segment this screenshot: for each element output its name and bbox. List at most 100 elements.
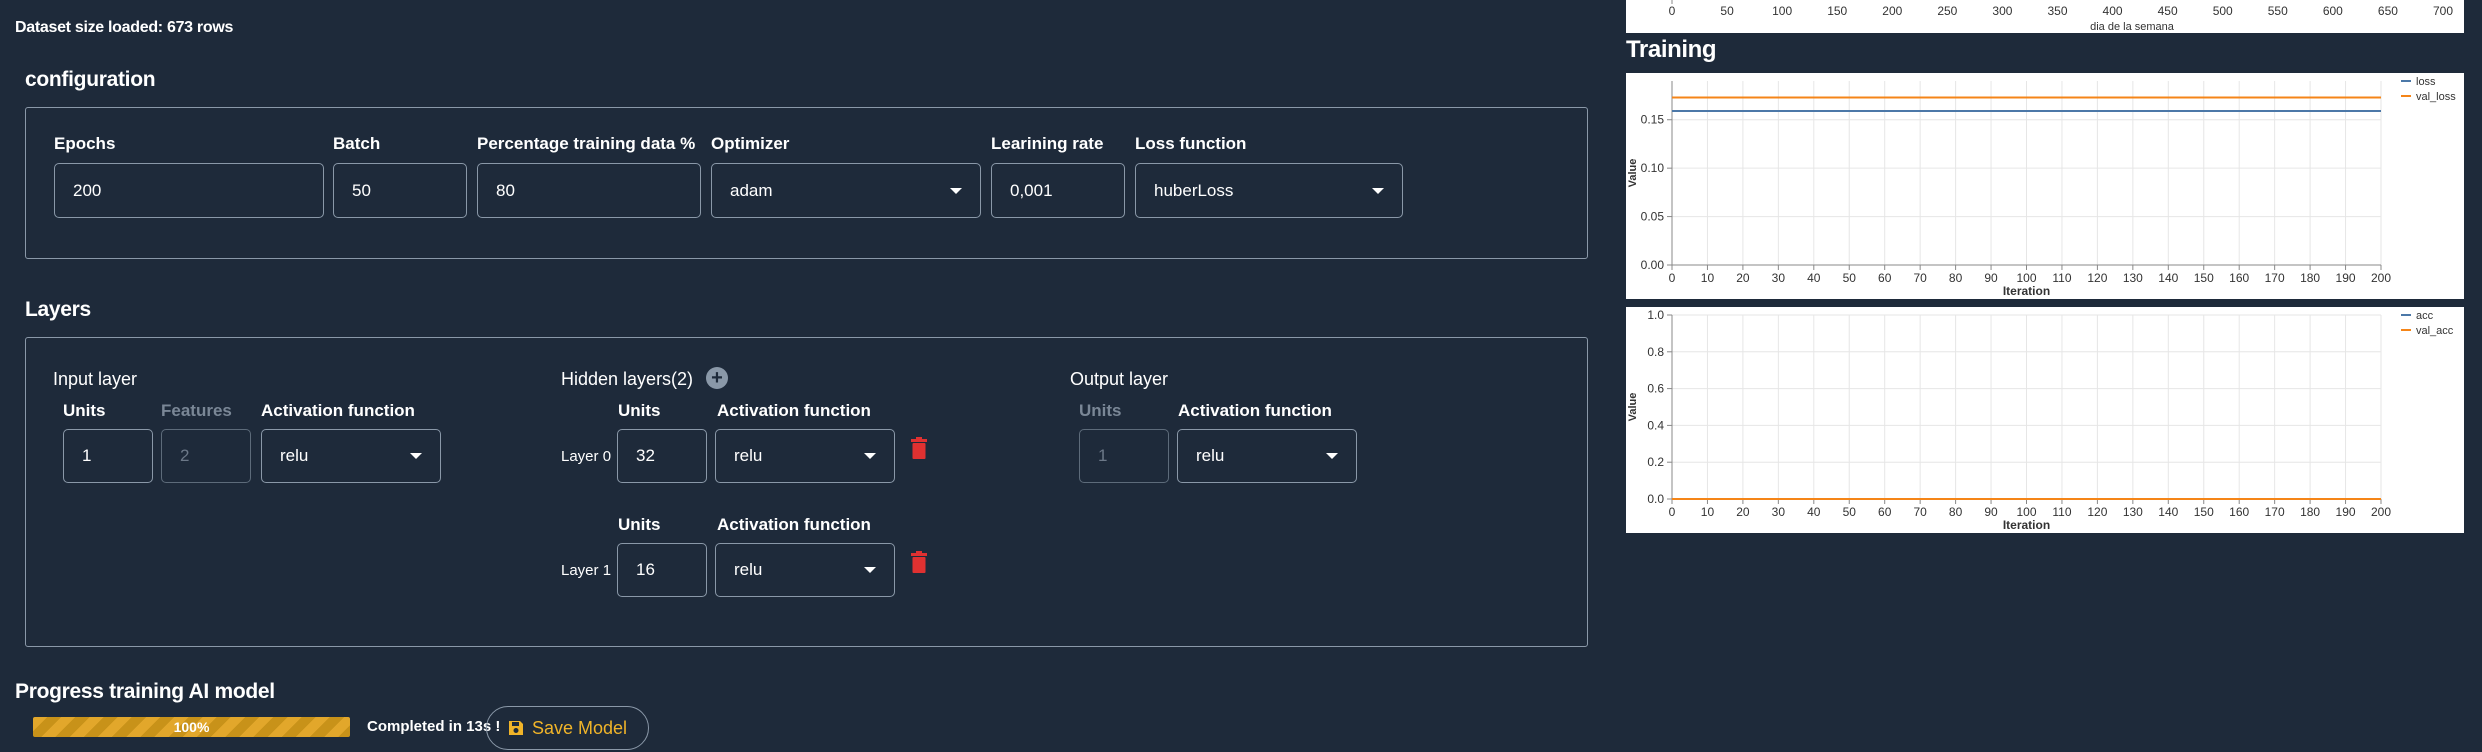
x-tick-label: 60	[1878, 505, 1892, 519]
x-tick-label: 30	[1772, 271, 1786, 285]
save-model-button[interactable]: Save Model	[486, 706, 649, 750]
x-tick-label: 70	[1913, 505, 1927, 519]
training-title: Training	[1626, 36, 1717, 63]
output-units-input: 1	[1079, 429, 1169, 483]
optimizer-label: Optimizer	[711, 134, 790, 153]
hidden-layer-name: Layer 1	[561, 562, 612, 579]
x-tick-label: 650	[2378, 4, 2398, 18]
add-layer-icon[interactable]: +	[706, 367, 728, 389]
epochs-input[interactable]: 200	[54, 163, 324, 218]
y-tick-label: 0.0	[1647, 492, 1664, 506]
x-tick-label: 0	[1669, 271, 1676, 285]
percentage-training-input[interactable]: 80	[477, 163, 701, 218]
input-layer-title: Input layer	[53, 369, 138, 389]
floppy-disk-icon	[508, 721, 523, 735]
x-tick-label: 180	[2300, 505, 2320, 519]
hidden-units-input[interactable]: 16	[617, 543, 707, 597]
x-tick-label: 150	[2194, 505, 2214, 519]
loss-chart: 0 10 20 30 40 50 60 70 80 90 100 110 120 130 140 150 160…	[1626, 73, 2464, 299]
progress-title: Progress training AI model	[15, 680, 275, 703]
output-activation-select[interactable]: relu	[1177, 429, 1357, 483]
configuration-title: configuration	[25, 68, 156, 91]
chevron-down-icon	[410, 453, 422, 459]
x-tick-label: 450	[2158, 4, 2178, 18]
x-axis-label: Iteration	[2003, 518, 2050, 532]
input-units-input[interactable]: 1	[63, 429, 153, 483]
optimizer-select[interactable]: adam	[711, 163, 981, 218]
y-tick-label: 0.00	[1641, 258, 1665, 272]
hidden-layers-title: Hidden layers(2)	[561, 369, 694, 389]
input-units-value: 1	[82, 446, 92, 465]
percentage-training-value: 80	[496, 180, 515, 200]
batch-value: 50	[352, 180, 371, 200]
x-tick-label: 170	[2265, 271, 2285, 285]
chevron-down-icon	[864, 567, 876, 573]
input-features-label: Features	[161, 401, 232, 420]
y-tick-label: 0.8	[1647, 345, 1664, 359]
hidden-activation-select[interactable]: relu	[715, 543, 895, 597]
x-tick-label: 170	[2265, 505, 2285, 519]
y-tick-label: 1.0	[1647, 308, 1664, 322]
x-tick-label: 200	[2371, 505, 2391, 519]
x-tick-label: 190	[2336, 271, 2356, 285]
input-units-label: Units	[63, 401, 106, 420]
y-tick-label: 0.2	[1647, 455, 1664, 469]
x-tick-label: 130	[2123, 271, 2143, 285]
output-layer-title: Output layer	[1070, 369, 1169, 389]
trash-icon[interactable]	[911, 551, 927, 573]
x-tick-label: 250	[1937, 4, 1957, 18]
x-tick-label: 200	[1882, 4, 1902, 18]
x-axis-label: Iteration	[2003, 284, 2050, 298]
chevron-down-icon	[1326, 453, 1338, 459]
x-tick-label: 600	[2323, 4, 2343, 18]
x-tick-label: 90	[1984, 271, 1998, 285]
x-tick-label: 50	[1720, 4, 1734, 18]
accuracy-chart: 0 10 20 30 40 50 60 70 80 90 100 110 120 130 140 150 160…	[1626, 307, 2464, 533]
trash-icon[interactable]	[911, 437, 927, 459]
x-tick-label: 120	[2087, 271, 2107, 285]
progress-percent: 100%	[173, 719, 210, 735]
legend-label-acc: acc	[2416, 310, 2434, 322]
loss-function-select[interactable]: huberLoss	[1135, 163, 1403, 218]
learning-rate-input[interactable]: 0,001	[991, 163, 1125, 218]
x-tick-label: 70	[1913, 271, 1927, 285]
x-tick-label: 110	[2052, 271, 2071, 285]
x-tick-label: 150	[2194, 271, 2214, 285]
percentage-training-label: Percentage training data %	[477, 134, 696, 153]
loss-function-value: huberLoss	[1154, 180, 1234, 200]
x-tick-label: 100	[2016, 271, 2036, 285]
layers-panel	[25, 337, 1588, 647]
y-tick-label: 0.10	[1641, 161, 1665, 175]
x-tick-label: 60	[1878, 271, 1892, 285]
layers-title: Layers	[25, 298, 91, 321]
x-tick-label: 20	[1736, 271, 1750, 285]
y-axis-label: Value	[1627, 159, 1639, 188]
y-tick-label: 0.15	[1641, 113, 1665, 127]
batch-input[interactable]: 50	[333, 163, 467, 218]
hidden-units-input[interactable]: 32	[617, 429, 707, 483]
hidden-activation-select[interactable]: relu	[715, 429, 895, 483]
chevron-down-icon	[950, 187, 962, 194]
epochs-value: 200	[73, 180, 102, 200]
x-tick-label: 300	[1992, 4, 2012, 18]
hidden-units-value: 16	[636, 560, 655, 579]
input-activation-select[interactable]: relu	[261, 429, 441, 483]
learning-rate-label: Learining rate	[991, 134, 1104, 153]
output-units-value: 1	[1098, 446, 1108, 465]
save-model-label: Save Model	[531, 717, 628, 738]
x-tick-label: 160	[2229, 505, 2249, 519]
input-features-value: 2	[180, 446, 190, 465]
y-tick-label: 0.05	[1641, 210, 1665, 224]
x-tick-label: 150	[1827, 4, 1847, 18]
output-units-label: Units	[1079, 401, 1122, 420]
y-tick-label: 0.6	[1647, 382, 1664, 396]
chevron-down-icon	[864, 453, 876, 459]
x-tick-label: 700	[2433, 4, 2453, 18]
output-activation-label: Activation function	[1178, 401, 1332, 420]
loss-function-label: Loss function	[1135, 134, 1247, 153]
x-tick-label: 40	[1807, 505, 1821, 519]
x-tick-label: 400	[2103, 4, 2123, 18]
x-tick-label: 50	[1843, 271, 1857, 285]
x-tick-label: 350	[2047, 4, 2067, 18]
legend-label-loss: loss	[2416, 76, 2436, 88]
